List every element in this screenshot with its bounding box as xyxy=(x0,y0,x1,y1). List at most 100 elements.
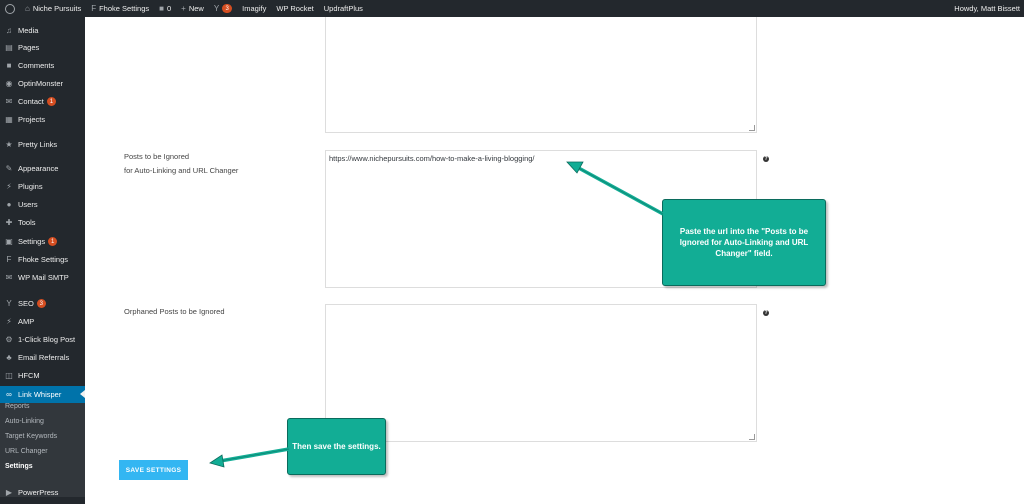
sidebar-item-link-whisper[interactable]: ∞ Link Whisper xyxy=(0,386,85,403)
user-account-menu[interactable]: Howdy, Matt Bissett xyxy=(949,0,1024,17)
orphaned-posts-textarea[interactable] xyxy=(325,304,757,442)
help-icon[interactable]: ? xyxy=(763,156,769,162)
submenu-item-url-changer[interactable]: URL Changer xyxy=(5,448,48,455)
sidebar-item-tools[interactable]: ✚ Tools xyxy=(0,214,85,231)
site-name-link[interactable]: ⌂ Niche Pursuits xyxy=(20,0,86,17)
yoast-menu[interactable]: Y3 xyxy=(209,0,237,17)
fhoke-settings-link[interactable]: F Fhoke Settings xyxy=(86,0,154,17)
sidebar-item-label: Media xyxy=(18,26,39,35)
sidebar-item-fhoke-settings[interactable]: F Fhoke Settings xyxy=(0,251,85,268)
comment-bubble-icon: ■ xyxy=(159,4,164,13)
sidebar-item-pretty-links[interactable]: ★ Pretty Links xyxy=(0,136,85,153)
wordpress-logo-menu[interactable] xyxy=(0,0,20,17)
sidebar-item-label: Projects xyxy=(18,115,46,124)
sidebar-item-label: Comments xyxy=(18,61,55,70)
sidebar-item-settings[interactable]: ▣ Settings 1 xyxy=(0,233,85,250)
seo-icon: Y xyxy=(6,299,12,308)
sidebar-item-label: 1-Click Blog Post xyxy=(18,335,76,344)
posts-ignored-label: Posts to be Ignored for Auto-Linking and… xyxy=(124,150,238,178)
link-icon: ∞ xyxy=(6,390,12,399)
paste-url-callout: Paste the url into the "Posts to be Igno… xyxy=(662,199,826,286)
fhoke-label: Fhoke Settings xyxy=(99,4,150,13)
pages-icon: ▤ xyxy=(5,43,13,52)
sidebar-item-projects[interactable]: ▦ Projects xyxy=(0,111,85,128)
yoast-badge: 3 xyxy=(222,4,233,13)
sidebar-item-label: OptinMonster xyxy=(18,79,64,88)
submenu-item-auto-linking[interactable]: Auto-Linking xyxy=(5,418,44,425)
email-referrals-icon: ♣ xyxy=(6,353,12,362)
sidebar-item-label: PowerPress xyxy=(18,488,59,497)
sidebar-item-label: Pretty Links xyxy=(18,140,58,149)
sidebar-item-amp[interactable]: ⚡ AMP xyxy=(0,313,85,330)
orphaned-posts-label: Orphaned Posts to be Ignored xyxy=(124,307,225,316)
previous-textarea[interactable] xyxy=(325,17,757,133)
sidebar-item-comments[interactable]: ■ Comments xyxy=(0,57,85,74)
users-icon: ● xyxy=(6,200,12,209)
imagify-menu[interactable]: Imagify xyxy=(237,0,271,17)
sidebar-item-appearance[interactable]: ✎ Appearance xyxy=(0,160,85,177)
admin-bar: ⌂ Niche Pursuits F Fhoke Settings ■ 0 + New … xyxy=(0,0,1024,17)
wordpress-logo-icon xyxy=(5,3,15,14)
notification-badge: 3 xyxy=(36,299,46,308)
tools-icon: ✚ xyxy=(5,218,13,227)
optinmonster-icon: ◉ xyxy=(5,79,13,88)
save-settings-button[interactable]: SAVE SETTINGS xyxy=(119,460,188,480)
sidebar-item-hfcm[interactable]: ◫ HFCM xyxy=(0,367,85,384)
plugins-icon: ⚡ xyxy=(6,182,12,191)
submenu-item-settings[interactable]: Settings xyxy=(5,463,33,470)
notification-badge: 1 xyxy=(48,237,58,246)
sidebar-item-pages[interactable]: ▤ Pages xyxy=(0,39,85,56)
updraftplus-menu[interactable]: UpdraftPlus xyxy=(319,0,368,17)
sidebar-item-media[interactable]: ♫ Media xyxy=(0,22,85,39)
fhoke-icon: F xyxy=(91,4,97,13)
save-settings-callout: Then save the settings. xyxy=(287,418,386,475)
admin-sidebar: Reports Auto-Linking Target Keywords URL Ch… xyxy=(0,17,85,504)
sidebar-item-label: Contact xyxy=(18,97,44,106)
help-icon[interactable]: ? xyxy=(763,310,769,316)
sidebar-item-contact[interactable]: ✉ Contact 1 xyxy=(0,93,85,110)
comments-count: 0 xyxy=(166,4,172,13)
sidebar-item-powerpress[interactable]: ▶ PowerPress xyxy=(0,484,85,501)
yoast-icon: Y xyxy=(213,4,220,13)
sidebar-item-1-click-blog-post[interactable]: ⚙ 1-Click Blog Post xyxy=(0,331,85,348)
sidebar-item-optinmonster[interactable]: ◉ OptinMonster xyxy=(0,75,85,92)
posts-ignored-label-line1: Posts to be Ignored xyxy=(124,152,190,161)
submenu-item-reports[interactable]: Reports xyxy=(5,403,30,410)
home-icon: ⌂ xyxy=(25,4,30,13)
posts-ignored-value: https://www.nichepursuits.com/how-to-mak… xyxy=(329,154,535,163)
comments-icon: ■ xyxy=(6,61,12,70)
sidebar-item-wp-mail-smtp[interactable]: ✉ WP Mail SMTP xyxy=(0,269,85,286)
resize-handle[interactable] xyxy=(749,434,755,440)
new-label: New xyxy=(188,4,204,13)
wp-rocket-label: WP Rocket xyxy=(276,4,314,13)
sidebar-item-label: Tools xyxy=(18,218,36,227)
resize-handle[interactable] xyxy=(749,125,755,131)
sidebar-item-label: Users xyxy=(18,200,38,209)
new-content-menu[interactable]: + New xyxy=(176,0,209,17)
projects-icon: ▦ xyxy=(5,115,13,124)
amp-icon: ⚡ xyxy=(6,317,12,326)
gear-icon: ⚙ xyxy=(5,335,13,344)
sidebar-item-label: Settings xyxy=(18,237,46,246)
sidebar-item-label: Plugins xyxy=(18,182,43,191)
hfcm-icon: ◫ xyxy=(5,371,13,380)
posts-ignored-label-line2: for Auto-Linking and URL Changer xyxy=(124,166,239,175)
comments-link[interactable]: ■ 0 xyxy=(154,0,176,17)
powerpress-icon: ▶ xyxy=(5,488,13,497)
imagify-label: Imagify xyxy=(242,4,267,13)
settings-icon: ▣ xyxy=(5,237,13,246)
sidebar-item-plugins[interactable]: ⚡ Plugins xyxy=(0,178,85,195)
sidebar-item-email-referrals[interactable]: ♣ Email Referrals xyxy=(0,349,85,366)
submenu-item-target-keywords[interactable]: Target Keywords xyxy=(5,433,57,440)
plus-icon: + xyxy=(181,4,186,13)
sidebar-item-seo[interactable]: Y SEO 3 xyxy=(0,295,85,312)
sidebar-item-label: SEO xyxy=(18,299,34,308)
sidebar-item-users[interactable]: ● Users xyxy=(0,196,85,213)
fhoke-icon: F xyxy=(6,255,12,264)
sidebar-item-label: Appearance xyxy=(18,164,59,173)
wp-rocket-menu[interactable]: WP Rocket xyxy=(271,0,318,17)
sidebar-item-label: Email Referrals xyxy=(18,353,70,362)
appearance-icon: ✎ xyxy=(5,164,13,173)
notification-badge: 1 xyxy=(46,97,56,106)
media-icon: ♫ xyxy=(6,26,12,35)
